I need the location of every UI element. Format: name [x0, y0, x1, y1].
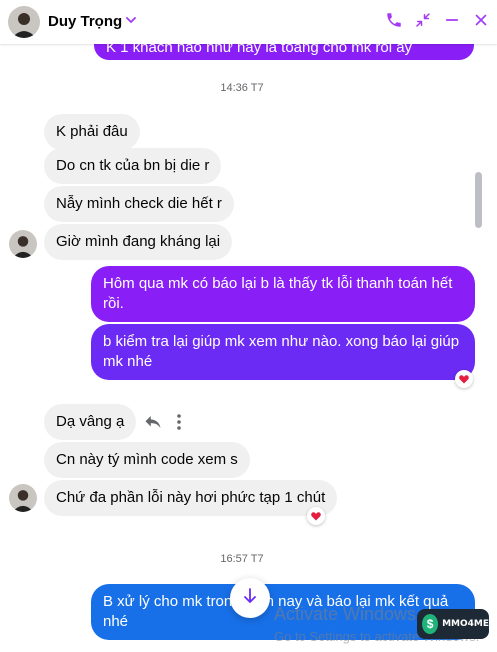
incoming-message[interactable]: Giờ mình đang kháng lại — [44, 224, 233, 260]
minimize-icon[interactable] — [442, 10, 462, 30]
activate-windows-watermark: Activate Windows — [274, 604, 417, 624]
scrollbar-thumb[interactable] — [475, 172, 482, 228]
contact-avatar[interactable] — [8, 6, 40, 38]
incoming-message[interactable]: Do cn tk của bn bị die r — [44, 148, 222, 184]
incoming-message[interactable]: Chứ đa phần lỗi này hơi phức tạp 1 chút — [44, 480, 338, 516]
incoming-message[interactable]: Nẫy mình check die hết r — [44, 186, 234, 222]
heart-reaction-icon[interactable] — [307, 507, 325, 525]
phone-icon[interactable] — [384, 10, 404, 30]
header-actions — [384, 10, 491, 30]
minimize-arrows-icon[interactable] — [413, 10, 433, 30]
outgoing-message-cutoff[interactable]: K 1 khách nào như này là toàng cho mk rồ… — [94, 44, 474, 60]
chevron-down-icon[interactable] — [125, 13, 137, 31]
incoming-message[interactable]: Cn này tý mình code xem s — [44, 442, 250, 478]
incoming-message[interactable]: K phải đâu — [44, 114, 140, 150]
arrow-down-icon — [242, 587, 258, 610]
chat-header: Duy Trọng — [0, 0, 497, 44]
dollar-icon: $ — [422, 614, 439, 634]
message-thread[interactable]: K 1 khách nào như này là toàng cho mk rồ… — [0, 44, 484, 652]
contact-name[interactable]: Duy Trọng — [48, 13, 122, 30]
more-options-icon[interactable] — [176, 414, 182, 435]
incoming-message[interactable]: Dạ vâng ạ — [44, 404, 137, 440]
reply-icon[interactable] — [144, 414, 162, 435]
badge-text: MMO4ME — [442, 619, 489, 629]
close-icon[interactable] — [471, 10, 491, 30]
sender-avatar[interactable] — [9, 484, 37, 512]
timestamp: 14:36 T7 — [220, 82, 264, 94]
timestamp: 16:57 T7 — [220, 553, 264, 565]
outgoing-message[interactable]: Hôm qua mk có báo lại b là thấy tk lỗi t… — [91, 266, 475, 322]
heart-reaction-icon[interactable] — [455, 370, 473, 388]
outgoing-message[interactable]: b kiểm tra lại giúp mk xem như nào. xong… — [91, 324, 475, 380]
scroll-to-bottom-button[interactable] — [230, 578, 270, 618]
sender-avatar[interactable] — [9, 230, 37, 258]
mmo4me-badge: $ MMO4ME — [417, 609, 489, 639]
